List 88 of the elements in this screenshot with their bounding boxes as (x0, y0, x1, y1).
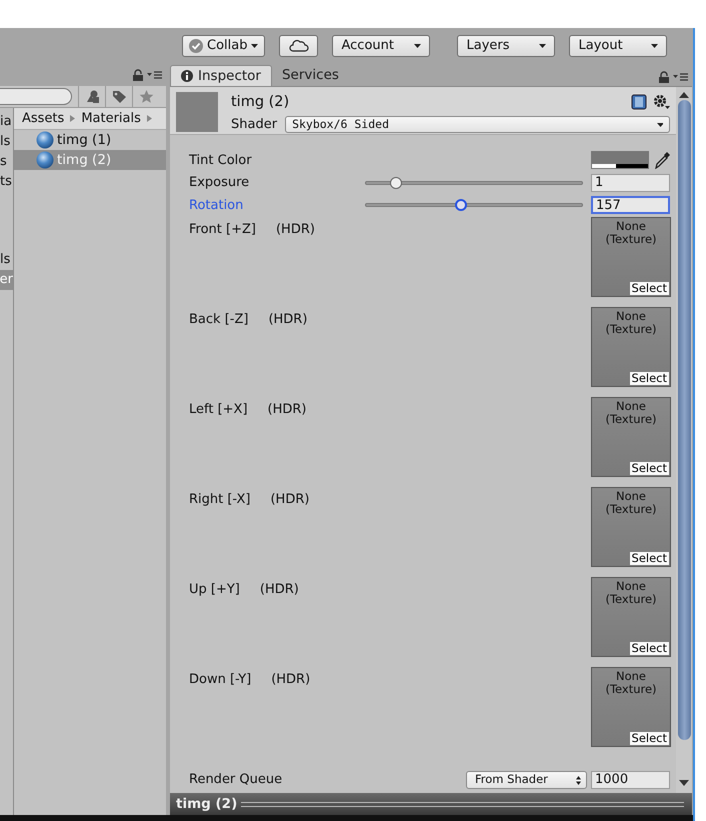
dropdown-button[interactable]: Account (332, 35, 430, 57)
cloud-button[interactable] (279, 35, 318, 57)
menu-icon[interactable] (147, 69, 162, 81)
texture-slot[interactable]: None (Texture) Select (591, 486, 671, 566)
property-label: Up [+Y] (189, 580, 240, 598)
number-field[interactable]: 1000 (591, 771, 670, 789)
property-label: Down [-Y] (189, 670, 252, 688)
queue-dropdown[interactable]: From Shader (466, 771, 587, 789)
property-label: Back [-Z] (189, 310, 248, 328)
caret-icon (414, 44, 422, 48)
breadcrumb-item[interactable]: Materials (81, 108, 141, 128)
property-label: Exposure (189, 174, 250, 192)
hdr-label: (HDR) (268, 310, 308, 328)
property-label: Rotation (189, 196, 244, 214)
info-icon (181, 70, 193, 82)
slot-text: None (Texture) (604, 670, 658, 696)
texture-slot[interactable]: None (Texture) Select (591, 306, 671, 386)
number-field[interactable]: 1 (591, 174, 670, 192)
texture-slot[interactable]: None (Texture) Select (591, 396, 671, 476)
updown-icon (576, 776, 581, 784)
folder-item[interactable]: ts (0, 172, 13, 192)
slot-text: None (Texture) (604, 220, 658, 246)
hdr-label: (HDR) (270, 490, 310, 508)
cloud-icon (288, 40, 309, 52)
select-button[interactable]: Select (630, 372, 669, 384)
caret-icon (651, 44, 658, 48)
tab[interactable]: Inspector (170, 65, 272, 86)
hdr-label: (HDR) (260, 580, 299, 598)
slot-text: None (Texture) (604, 580, 658, 606)
folder-item[interactable]: s (0, 152, 13, 172)
number-field[interactable]: 157 (591, 196, 670, 214)
select-button[interactable]: Select (630, 642, 669, 654)
select-button[interactable]: Select (630, 732, 669, 744)
scroll-up-icon[interactable] (679, 91, 689, 98)
caret-icon (539, 44, 546, 48)
eyedropper-icon[interactable] (654, 151, 670, 170)
status-title: timg (2) (176, 794, 238, 814)
property-label: Right [-X] (189, 490, 250, 508)
tag-icon[interactable] (112, 89, 126, 104)
star-icon[interactable] (138, 89, 154, 104)
lock-icon[interactable] (132, 69, 144, 81)
settings-icon[interactable] (653, 94, 670, 110)
collab-button[interactable]: Collab (182, 35, 266, 57)
color-swatch[interactable] (591, 151, 649, 170)
tab[interactable]: Services (272, 65, 349, 86)
caret-icon (251, 44, 258, 48)
shader-dropdown[interactable]: Skybox/6 Sided (285, 116, 670, 134)
sphere-icon (36, 151, 54, 169)
property-label: Left [+X] (189, 400, 248, 418)
select-button[interactable]: Select (630, 552, 669, 564)
hdr-label: (HDR) (276, 220, 315, 238)
material-preview (176, 92, 218, 132)
check-icon (189, 39, 203, 53)
texture-slot[interactable]: None (Texture) Select (591, 666, 671, 746)
hdr-label: (HDR) (271, 670, 310, 688)
sphere-icon (36, 131, 54, 149)
select-button[interactable]: Select (630, 462, 669, 474)
breadcrumb-arrow-icon (146, 115, 152, 122)
slot-text: None (Texture) (604, 400, 658, 426)
texture-slot[interactable]: None (Texture) Select (591, 216, 671, 296)
slot-text: None (Texture) (604, 310, 658, 336)
property-label: Render Queue (189, 771, 284, 790)
hdr-label: (HDR) (268, 400, 307, 418)
property-label: Tint Color (189, 152, 253, 170)
slider-thumb[interactable] (455, 199, 468, 212)
slot-text: None (Texture) (604, 490, 658, 516)
object-name: timg (2) (231, 93, 290, 112)
slider-thumb[interactable] (390, 176, 402, 189)
texture-slot[interactable]: None (Texture) Select (591, 576, 671, 656)
scrollbar-thumb[interactable] (678, 100, 690, 740)
scroll-down-icon[interactable] (679, 780, 689, 787)
dropdown-button[interactable]: Layout (569, 35, 668, 57)
dropdown-button[interactable]: Layers (457, 35, 556, 57)
folder-item[interactable]: ls (0, 132, 13, 152)
property-label: Front [+Z] (189, 220, 256, 238)
search-field[interactable] (0, 88, 72, 105)
menu-icon[interactable] (673, 71, 688, 83)
asset-item[interactable]: timg (1) (14, 130, 166, 150)
help-icon[interactable] (631, 94, 647, 110)
filter-by-type-icon[interactable] (84, 89, 100, 104)
breadcrumb-item[interactable]: Assets (22, 108, 64, 128)
folder-item[interactable]: ia (0, 112, 13, 132)
field-label: Shader (231, 116, 278, 134)
lock-icon[interactable] (658, 71, 670, 83)
caret-icon (657, 122, 663, 127)
select-button[interactable]: Select (630, 282, 669, 294)
folder-item[interactable]: ls (0, 250, 13, 270)
breadcrumb-arrow-icon (70, 115, 76, 122)
